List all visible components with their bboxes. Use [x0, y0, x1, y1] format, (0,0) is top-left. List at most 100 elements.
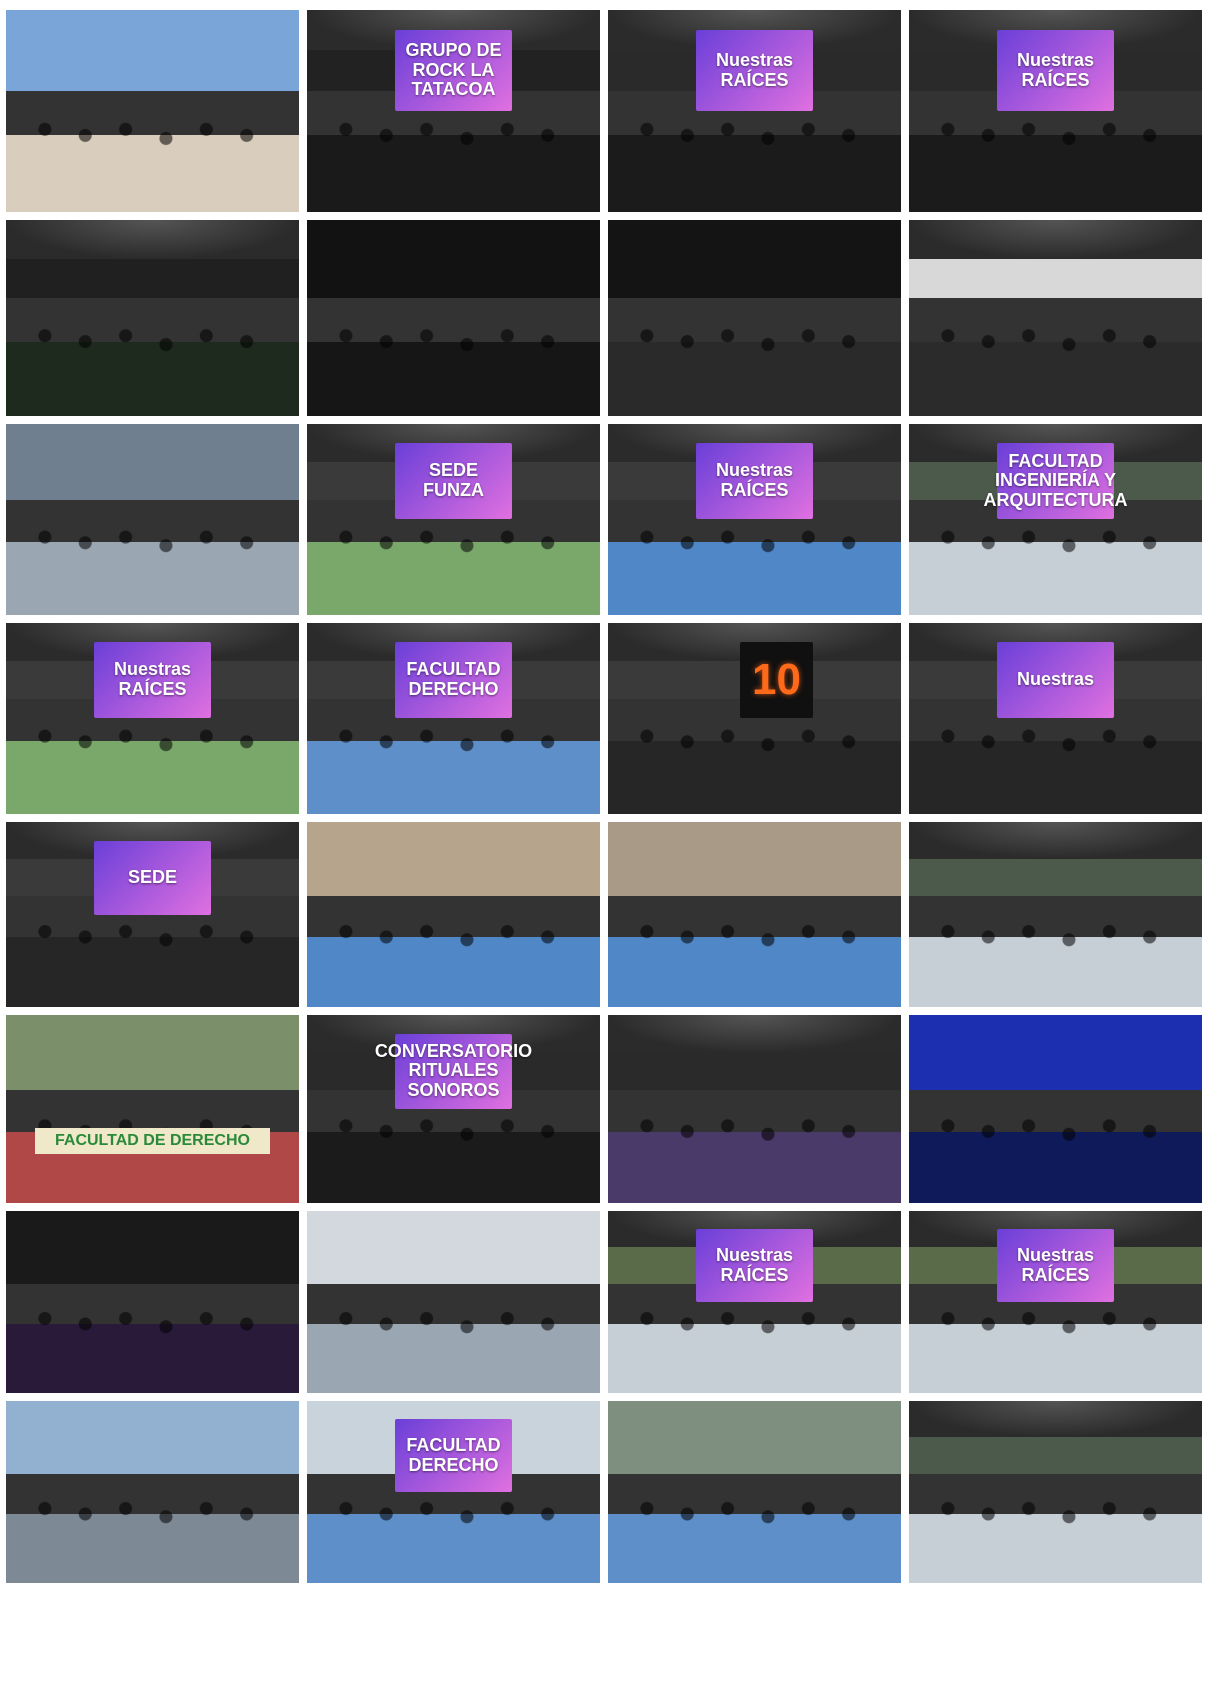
stage-screen: CONVERSATORIO RITUALES SONOROS	[375, 1033, 532, 1109]
gallery-photo[interactable]	[909, 1015, 1202, 1203]
gallery-photo[interactable]: FACULTAD DERECHO	[307, 1401, 600, 1583]
event-banner: FACULTAD DE DERECHO	[35, 1127, 270, 1155]
photo-sky	[6, 1401, 299, 1474]
stage-tent	[909, 220, 1202, 260]
gallery-photo[interactable]: Nuestras RAÍCES	[608, 1211, 901, 1393]
gallery-photo[interactable]	[6, 1401, 299, 1583]
crowd-silhouettes	[619, 1302, 890, 1357]
crowd-silhouettes	[619, 318, 890, 377]
crowd-silhouettes	[318, 1109, 589, 1166]
crowd-silhouettes	[920, 1492, 1191, 1547]
gallery-photo[interactable]	[608, 220, 901, 416]
crowd-silhouettes	[619, 718, 890, 776]
gallery-photo[interactable]: SEDE	[6, 822, 299, 1007]
photo-gallery-grid: GRUPO DE ROCK LA TATACOA Nuestras RAÍCES N…	[0, 0, 1208, 1706]
crowd-silhouettes	[17, 1492, 288, 1547]
stage-screen: FACULTAD DERECHO	[394, 642, 513, 719]
gallery-photo[interactable]	[6, 10, 299, 212]
stage-screen: Nuestras RAÍCES	[695, 30, 814, 111]
stage-screen: GRUPO DE ROCK LA TATACOA	[394, 30, 513, 111]
gallery-photo[interactable]	[307, 1211, 600, 1393]
stage-screen: SEDE FUNZA	[394, 443, 513, 520]
crowd-silhouettes	[318, 1492, 589, 1547]
stage-screen: Nuestras RAÍCES	[695, 1229, 814, 1302]
stage-screen-text: FACULTAD DERECHO	[406, 1434, 501, 1475]
photo-sky	[6, 1015, 299, 1091]
stage-screen: Nuestras RAÍCES	[996, 1229, 1115, 1302]
crowd-silhouettes	[920, 318, 1191, 377]
stage-screen: FACULTAD DERECHO	[394, 1419, 513, 1492]
gallery-photo[interactable]: GRUPO DE ROCK LA TATACOA	[307, 10, 600, 212]
stage-screen-text: Nuestras RAÍCES	[113, 659, 191, 700]
gallery-photo[interactable]: CONVERSATORIO RITUALES SONOROS	[307, 1015, 600, 1203]
gallery-photo[interactable]: Nuestras RAÍCES	[909, 10, 1202, 212]
gallery-photo[interactable]	[608, 822, 901, 1007]
photo-sky	[307, 1211, 600, 1284]
crowd-silhouettes	[619, 914, 890, 970]
crowd-silhouettes	[619, 1109, 890, 1166]
photo-sky	[909, 1015, 1202, 1091]
stage-tent	[6, 220, 299, 260]
stage-screen-text: Nuestras	[1016, 669, 1094, 690]
crowd-silhouettes	[17, 519, 288, 577]
stage-screen: Nuestras	[996, 642, 1115, 719]
crowd-silhouettes	[17, 318, 288, 377]
crowd-silhouettes	[920, 1302, 1191, 1357]
gallery-photo[interactable]: FACULTAD DERECHO	[307, 623, 600, 814]
gallery-photo[interactable]	[307, 220, 600, 416]
gallery-photo[interactable]: Nuestras RAÍCES	[6, 623, 299, 814]
stage-screen-text: FACULTAD DERECHO	[406, 659, 501, 700]
crowd-silhouettes	[318, 718, 589, 776]
gallery-photo[interactable]	[6, 424, 299, 615]
gallery-photo[interactable]: SEDE FUNZA	[307, 424, 600, 615]
gallery-photo[interactable]: FACULTAD DE DERECHO	[6, 1015, 299, 1203]
photo-sky	[307, 822, 600, 896]
gallery-photo[interactable]: Nuestras	[909, 623, 1202, 814]
crowd-silhouettes	[318, 914, 589, 970]
stage-screen-text: 10	[751, 655, 801, 705]
stage-screen-text: SEDE	[127, 866, 177, 887]
crowd-silhouettes	[619, 111, 890, 172]
gallery-photo[interactable]: FACULTAD INGENIERÍA Y ARQUITECTURA	[909, 424, 1202, 615]
gallery-photo[interactable]: Nuestras RAÍCES	[608, 424, 901, 615]
stage-screen: 10	[739, 642, 814, 719]
gallery-photo[interactable]	[6, 1211, 299, 1393]
stage-screen-text: Nuestras RAÍCES	[715, 49, 793, 90]
crowd-silhouettes	[920, 1109, 1191, 1166]
crowd-silhouettes	[17, 1302, 288, 1357]
gallery-photo[interactable]: Nuestras RAÍCES	[909, 1211, 1202, 1393]
stage-screen-text: Nuestras RAÍCES	[1016, 1244, 1094, 1285]
gallery-photo[interactable]	[307, 822, 600, 1007]
crowd-silhouettes	[17, 718, 288, 776]
crowd-silhouettes	[920, 914, 1191, 970]
stage-screen-text: Nuestras RAÍCES	[715, 1244, 793, 1285]
crowd-silhouettes	[17, 111, 288, 172]
photo-sky	[6, 1211, 299, 1284]
stage-screen: Nuestras RAÍCES	[695, 443, 814, 520]
gallery-photo[interactable]: Nuestras RAÍCES	[608, 10, 901, 212]
stage-screen-text: Nuestras RAÍCES	[715, 460, 793, 501]
gallery-photo[interactable]	[608, 1015, 901, 1203]
crowd-silhouettes	[619, 519, 890, 577]
photo-sky	[6, 10, 299, 91]
stage-screen: Nuestras RAÍCES	[996, 30, 1115, 111]
gallery-photo[interactable]	[909, 220, 1202, 416]
photo-sky	[307, 220, 600, 299]
stage-tent	[909, 822, 1202, 859]
gallery-photo[interactable]	[608, 1401, 901, 1583]
stage-screen-text: SEDE FUNZA	[422, 460, 484, 501]
gallery-photo[interactable]	[909, 1401, 1202, 1583]
stage-screen: SEDE	[93, 840, 212, 915]
stage-screen-text: Nuestras RAÍCES	[1016, 49, 1094, 90]
crowd-silhouettes	[920, 718, 1191, 776]
crowd-silhouettes	[318, 519, 589, 577]
gallery-photo[interactable]	[6, 220, 299, 416]
photo-sky	[608, 1401, 901, 1474]
crowd-silhouettes	[318, 1302, 589, 1357]
photo-sky	[608, 822, 901, 896]
stage-screen-text: GRUPO DE ROCK LA TATACOA	[405, 39, 502, 100]
crowd-silhouettes	[17, 914, 288, 970]
gallery-photo[interactable]: 10	[608, 623, 901, 814]
stage-screen: FACULTAD INGENIERÍA Y ARQUITECTURA	[983, 443, 1127, 520]
gallery-photo[interactable]	[909, 822, 1202, 1007]
